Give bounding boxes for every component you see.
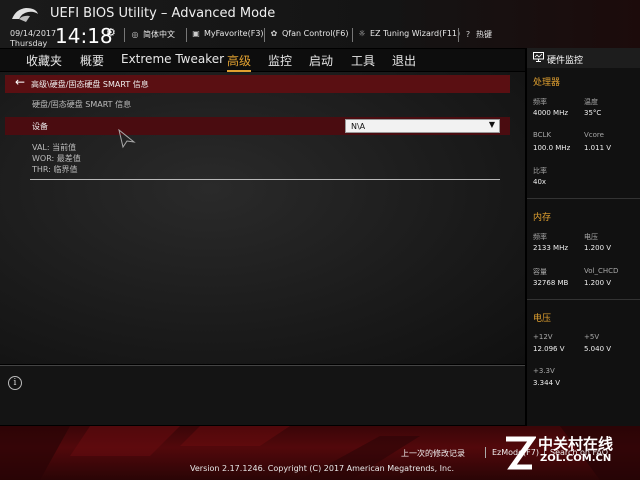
favorite-icon: ▣ xyxy=(192,29,200,38)
tab-boot[interactable]: 启动 xyxy=(309,52,333,69)
header-divider xyxy=(352,28,353,42)
panel-divider xyxy=(527,198,640,199)
last-modified-link[interactable]: 上一次的修改记录 xyxy=(401,448,465,459)
language-button[interactable]: ◎ 简体中文 xyxy=(130,29,176,40)
app-title: UEFI BIOS Utility – Advanced Mode xyxy=(50,6,276,21)
tab-monitor[interactable]: 监控 xyxy=(268,52,292,69)
mem-freq-value: 2133 MHz xyxy=(533,244,569,252)
zol-logo-icon xyxy=(506,436,536,470)
back-arrow-icon[interactable]: ← xyxy=(15,75,25,89)
myfavorite-button[interactable]: ▣ MyFavorite(F3) xyxy=(191,29,264,38)
fan-icon: ✿ xyxy=(270,29,278,38)
gear-icon[interactable]: ⚙ xyxy=(106,26,116,39)
hardware-monitor-panel: 硬件监控 处理器 频率 4000 MHz 温度 35°C BCLK 100.0 … xyxy=(527,48,640,426)
legend-val: VAL: 当前值 xyxy=(32,143,77,152)
mouse-pointer-icon xyxy=(118,129,136,149)
v5-label: +5V xyxy=(584,333,600,341)
main-menu: 收藏夹 概要 Extreme Tweaker 高级 监控 启动 工具 退出 xyxy=(0,49,525,72)
footer-divider xyxy=(485,447,486,458)
chevron-down-icon: ▼ xyxy=(488,120,495,129)
memory-section-title: 内存 xyxy=(533,213,552,223)
device-select-value: N\A xyxy=(351,122,366,131)
rog-logo-icon xyxy=(12,8,38,22)
mem-capacity-value: 32768 MB xyxy=(533,279,569,287)
bclk-value: 100.0 MHz xyxy=(533,144,571,152)
v5-value: 5.040 V xyxy=(584,345,612,353)
qfan-control-button[interactable]: ✿ Qfan Control(F6) xyxy=(269,29,349,38)
mem-capacity-label: 容量 xyxy=(533,268,547,276)
info-icon: i xyxy=(8,376,22,390)
vol-chcd-label: Vol_CHCD xyxy=(584,267,619,275)
header-divider xyxy=(124,28,125,42)
vcore-label: Vcore xyxy=(584,131,604,139)
cpu-freq-value: 4000 MHz xyxy=(533,109,569,117)
tab-advanced[interactable]: 高级 xyxy=(227,52,252,72)
header-divider xyxy=(458,28,459,42)
mem-volt-value: 1.200 V xyxy=(584,244,612,252)
ez-tuning-wizard-label: EZ Tuning Wizard(F11) xyxy=(370,29,461,38)
main-content: ← 高级\硬盘/固态硬盘 SMART 信息 硬盘/固态硬盘 SMART 信息 设… xyxy=(0,72,525,364)
vol-chcd-value: 1.200 V xyxy=(584,279,612,287)
section-title: 硬盘/固态硬盘 SMART 信息 xyxy=(32,100,132,109)
myfavorite-label: MyFavorite(F3) xyxy=(204,29,264,38)
device-row[interactable]: 设备 N\A ▼ xyxy=(5,117,510,135)
tab-exit[interactable]: 退出 xyxy=(392,52,416,69)
breadcrumb: ← 高级\硬盘/固态硬盘 SMART 信息 xyxy=(5,75,510,93)
mem-volt-label: 电压 xyxy=(584,233,598,241)
tab-favorites[interactable]: 收藏夹 xyxy=(26,52,62,69)
date-display: 09/14/2017 xyxy=(10,29,57,38)
divider xyxy=(30,179,500,180)
cpu-temp-label: 温度 xyxy=(584,98,598,106)
version-info: Version 2.17.1246. Copyright (C) 2017 Am… xyxy=(190,464,455,473)
hotkey-icon: ? xyxy=(465,30,471,39)
day-display: Thursday xyxy=(10,39,48,48)
ez-tuning-wizard-button[interactable]: ☼ EZ Tuning Wizard(F11) xyxy=(357,29,460,38)
cpu-temp-value: 35°C xyxy=(584,109,602,117)
help-panel: i xyxy=(0,365,525,425)
v33-value: 3.344 V xyxy=(533,379,561,387)
device-select[interactable]: N\A ▼ xyxy=(345,119,500,133)
globe-icon: ◎ xyxy=(131,30,139,39)
hardware-monitor-header: 硬件监控 xyxy=(527,48,640,68)
bclk-label: BCLK xyxy=(533,131,552,139)
v12-label: +12V xyxy=(533,333,553,341)
header-divider xyxy=(186,28,187,42)
cpu-section-title: 处理器 xyxy=(533,78,561,88)
vcore-value: 1.011 V xyxy=(584,144,612,152)
zol-watermark: 中关村在线 ZOL.COM.CN xyxy=(500,431,636,477)
bulb-icon: ☼ xyxy=(358,29,366,38)
hotkey-button[interactable]: ? 热键 xyxy=(463,29,492,40)
ratio-label: 比率 xyxy=(533,167,547,175)
ratio-value: 40x xyxy=(533,178,547,186)
hotkey-label: 热键 xyxy=(476,30,492,39)
cpu-freq-label: 频率 xyxy=(533,98,547,106)
title-bar: UEFI BIOS Utility – Advanced Mode 09/14/… xyxy=(0,0,640,48)
watermark-sub: ZOL.COM.CN xyxy=(540,453,612,464)
voltage-section-title: 电压 xyxy=(533,314,552,324)
footer-bar: 上一次的修改记录 EzMode(F7) Search on FAQ Versio… xyxy=(0,426,640,480)
tab-extreme-tweaker[interactable]: Extreme Tweaker xyxy=(121,52,224,66)
device-label: 设备 xyxy=(32,122,48,131)
v12-value: 12.096 V xyxy=(533,345,565,353)
hardware-monitor-title: 硬件监控 xyxy=(547,56,584,66)
breadcrumb-text: 高级\硬盘/固态硬盘 SMART 信息 xyxy=(31,80,149,89)
time-display: 14:18 xyxy=(55,24,113,48)
language-label: 简体中文 xyxy=(143,30,175,39)
mem-freq-label: 频率 xyxy=(533,233,547,241)
monitor-icon xyxy=(533,52,544,62)
tab-main[interactable]: 概要 xyxy=(80,52,104,69)
tab-tool[interactable]: 工具 xyxy=(351,52,375,69)
header-divider xyxy=(264,28,265,42)
panel-divider xyxy=(527,299,640,300)
legend-wor: WOR: 最差值 xyxy=(32,154,81,163)
v33-label: +3.3V xyxy=(533,367,555,375)
qfan-control-label: Qfan Control(F6) xyxy=(282,29,349,38)
legend-thr: THR: 临界值 xyxy=(32,165,78,174)
watermark-main: 中关村在线 xyxy=(538,435,614,453)
